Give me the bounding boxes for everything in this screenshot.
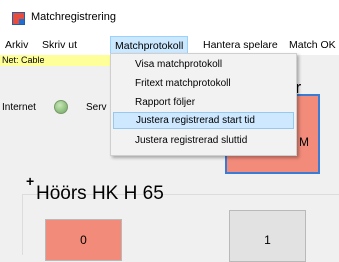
menu-matchprotokoll[interactable]: Matchprotokoll: [110, 36, 189, 54]
menu-hantera-spelare[interactable]: Hantera spelare: [203, 39, 278, 51]
menu-item-visa-matchprotokoll[interactable]: Visa matchprotokoll: [113, 56, 294, 73]
menu-match-ok[interactable]: Match OK: [289, 39, 336, 51]
title-bar: Matchregistrering: [0, 0, 339, 36]
menu-item-fritext-matchprotokoll[interactable]: Fritext matchprotokoll: [113, 75, 294, 92]
home-score-box[interactable]: 0: [45, 219, 122, 261]
menu-item-justera-sluttid[interactable]: Justera registrerad sluttid: [113, 132, 294, 149]
server-label: Serv: [86, 102, 107, 113]
matchprotokoll-dropdown-menu: Visa matchprotokoll Fritext matchprotoko…: [110, 53, 297, 156]
right-panel-box-letter: M: [299, 135, 309, 149]
internet-status-indicator-icon: [54, 100, 68, 114]
team-name: Höörs HK H 65: [36, 183, 164, 204]
menu-item-justera-start-tid[interactable]: Justera registrerad start tid: [113, 112, 294, 129]
window-title: Matchregistrering: [31, 11, 116, 23]
internet-label: Internet: [2, 102, 36, 113]
expand-plus-icon[interactable]: +: [26, 173, 34, 189]
home-score-value: 0: [80, 233, 87, 247]
menu-arkiv[interactable]: Arkiv: [5, 39, 28, 51]
away-score-value: 1: [264, 233, 271, 247]
net-status-label: Net: Cable: [0, 55, 120, 66]
menu-skriv-ut[interactable]: Skriv ut: [42, 39, 77, 51]
away-score-box[interactable]: 1: [229, 210, 306, 262]
menu-item-rapport-foljer[interactable]: Rapport följer: [113, 94, 294, 111]
app-icon: [12, 12, 25, 25]
